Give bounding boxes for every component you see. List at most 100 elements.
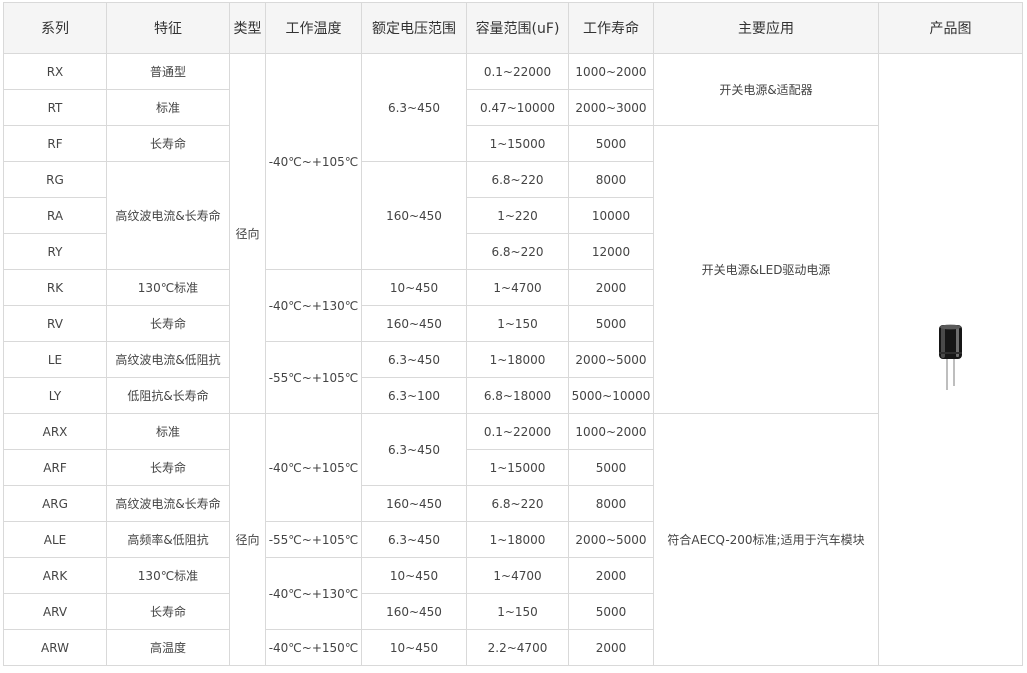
table-row: ARX 标准 径向 -40℃~+105℃ 6.3~450 0.1~22000 1… xyxy=(3,413,1023,666)
application-cell: 开关电源&LED驱动电源 xyxy=(653,125,879,414)
capacitance-cell: 2.2~4700 xyxy=(466,629,569,666)
feature-cell: 标准 xyxy=(106,413,230,450)
capacitance-cell: 1~15000 xyxy=(466,125,569,162)
series-cell: LY xyxy=(3,377,107,414)
life-cell: 5000 xyxy=(568,449,654,486)
header-voltage: 额定电压范围 xyxy=(361,2,467,54)
series-cell: ARW xyxy=(3,629,107,666)
electrolytic-capacitor-icon xyxy=(936,322,966,394)
capacitance-cell: 1~18000 xyxy=(466,341,569,378)
table-row: RF 长寿命 1~15000 5000 开关电源&LED驱动电源 xyxy=(3,125,1023,414)
capacitance-cell: 6.8~220 xyxy=(466,233,569,270)
header-capacitance: 容量范围(uF) xyxy=(466,2,569,54)
product-image-cell xyxy=(878,53,1023,666)
header-row: 系列 特征 类型 工作温度 额定电压范围 容量范围(uF) 工作寿命 主要应用 … xyxy=(3,2,1023,54)
temperature-cell: -40℃~+105℃ xyxy=(265,53,362,270)
series-cell: RY xyxy=(3,233,107,270)
header-life: 工作寿命 xyxy=(568,2,654,54)
feature-cell: 标准 xyxy=(106,89,230,126)
life-cell: 5000 xyxy=(568,593,654,630)
life-cell: 2000~3000 xyxy=(568,89,654,126)
voltage-cell: 6.3~450 xyxy=(361,341,467,378)
capacitance-cell: 6.8~220 xyxy=(466,485,569,522)
series-cell: ARG xyxy=(3,485,107,522)
life-cell: 5000 xyxy=(568,125,654,162)
header-temperature: 工作温度 xyxy=(265,2,362,54)
type-cell: 径向 xyxy=(229,53,266,414)
life-cell: 2000 xyxy=(568,557,654,594)
voltage-cell: 6.3~450 xyxy=(361,413,467,486)
type-cell: 径向 xyxy=(229,413,266,666)
series-cell: RK xyxy=(3,269,107,306)
temperature-cell: -40℃~+105℃ xyxy=(265,413,362,522)
capacitance-cell: 1~220 xyxy=(466,197,569,234)
series-cell: RA xyxy=(3,197,107,234)
series-cell: ARX xyxy=(3,413,107,450)
series-cell: LE xyxy=(3,341,107,378)
capacitance-cell: 1~4700 xyxy=(466,269,569,306)
life-cell: 2000 xyxy=(568,629,654,666)
temperature-cell: -40℃~+130℃ xyxy=(265,557,362,630)
life-cell: 8000 xyxy=(568,161,654,198)
life-cell: 8000 xyxy=(568,485,654,522)
voltage-cell: 6.3~450 xyxy=(361,53,467,162)
header-series: 系列 xyxy=(3,2,107,54)
series-cell: ALE xyxy=(3,521,107,558)
feature-cell: 长寿命 xyxy=(106,593,230,630)
feature-cell: 低阻抗&长寿命 xyxy=(106,377,230,414)
feature-cell: 高温度 xyxy=(106,629,230,666)
life-cell: 2000 xyxy=(568,269,654,306)
capacitance-cell: 1~4700 xyxy=(466,557,569,594)
application-cell: 开关电源&适配器 xyxy=(653,53,879,126)
voltage-cell: 6.3~100 xyxy=(361,377,467,414)
life-cell: 10000 xyxy=(568,197,654,234)
series-cell: RG xyxy=(3,161,107,198)
life-cell: 2000~5000 xyxy=(568,521,654,558)
capacitance-cell: 1~150 xyxy=(466,305,569,342)
temperature-cell: -40℃~+130℃ xyxy=(265,269,362,342)
life-cell: 1000~2000 xyxy=(568,413,654,450)
voltage-cell: 160~450 xyxy=(361,593,467,630)
feature-cell: 普通型 xyxy=(106,53,230,90)
application-cell: 符合AECQ-200标准;适用于汽车模块 xyxy=(653,413,879,666)
voltage-cell: 6.3~450 xyxy=(361,521,467,558)
series-cell: ARK xyxy=(3,557,107,594)
capacitance-cell: 6.8~18000 xyxy=(466,377,569,414)
life-cell: 5000 xyxy=(568,305,654,342)
voltage-cell: 160~450 xyxy=(361,161,467,270)
temperature-cell: -40℃~+150℃ xyxy=(265,629,362,666)
life-cell: 12000 xyxy=(568,233,654,270)
feature-cell: 130℃标准 xyxy=(106,557,230,594)
feature-cell: 高纹波电流&长寿命 xyxy=(106,485,230,522)
life-cell: 1000~2000 xyxy=(568,53,654,90)
series-cell: RX xyxy=(3,53,107,90)
capacitance-cell: 0.1~22000 xyxy=(466,53,569,90)
feature-cell: 130℃标准 xyxy=(106,269,230,306)
feature-cell: 高纹波电流&低阻抗 xyxy=(106,341,230,378)
capacitance-cell: 0.47~10000 xyxy=(466,89,569,126)
feature-cell: 高纹波电流&长寿命 xyxy=(106,161,230,270)
feature-cell: 高频率&低阻抗 xyxy=(106,521,230,558)
capacitance-cell: 6.8~220 xyxy=(466,161,569,198)
feature-cell: 长寿命 xyxy=(106,305,230,342)
life-cell: 5000~10000 xyxy=(568,377,654,414)
header-application: 主要应用 xyxy=(653,2,879,54)
header-feature: 特征 xyxy=(106,2,230,54)
capacitance-cell: 1~15000 xyxy=(466,449,569,486)
series-cell: RV xyxy=(3,305,107,342)
voltage-cell: 160~450 xyxy=(361,305,467,342)
series-cell: ARV xyxy=(3,593,107,630)
feature-cell: 长寿命 xyxy=(106,125,230,162)
capacitance-cell: 1~150 xyxy=(466,593,569,630)
temperature-cell: -55℃~+105℃ xyxy=(265,521,362,558)
voltage-cell: 10~450 xyxy=(361,629,467,666)
voltage-cell: 160~450 xyxy=(361,485,467,522)
capacitance-cell: 0.1~22000 xyxy=(466,413,569,450)
table-row: RX 普通型 径向 -40℃~+105℃ 6.3~450 0.1~22000 1… xyxy=(3,53,1023,666)
series-cell: RF xyxy=(3,125,107,162)
voltage-cell: 10~450 xyxy=(361,269,467,306)
temperature-cell: -55℃~+105℃ xyxy=(265,341,362,414)
series-cell: ARF xyxy=(3,449,107,486)
capacitance-cell: 1~18000 xyxy=(466,521,569,558)
feature-cell: 长寿命 xyxy=(106,449,230,486)
